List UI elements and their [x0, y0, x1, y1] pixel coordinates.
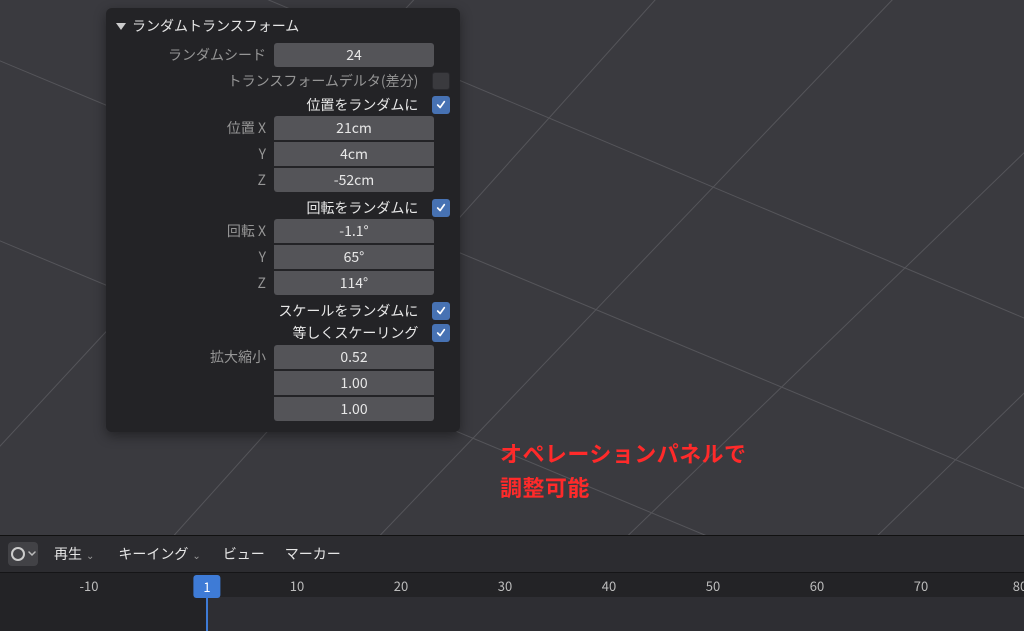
- scale-z-field[interactable]: 1.00: [274, 397, 434, 421]
- check-icon: [436, 306, 446, 316]
- check-icon: [436, 100, 446, 110]
- frame-tick: 10: [290, 573, 304, 595]
- playhead-line: [206, 595, 208, 631]
- rotation-y-label: Y: [116, 247, 274, 267]
- randomize-scale-label: スケールをランダムに: [116, 301, 426, 321]
- location-x-field[interactable]: 21cm: [274, 116, 434, 140]
- scale-label: 拡大縮小: [116, 347, 274, 367]
- playback-menu[interactable]: 再生 ⌄: [46, 542, 102, 566]
- scale-even-checkbox[interactable]: [432, 324, 450, 342]
- timeline-header: 再生 ⌄ キーイング ⌄ ビュー マーカー: [0, 536, 1024, 572]
- chevron-down-icon: [28, 549, 36, 559]
- chevron-down-icon: ⌄: [192, 547, 200, 562]
- frame-tick: 20: [394, 573, 408, 595]
- editor-type-button[interactable]: [8, 542, 38, 566]
- marker-menu[interactable]: マーカー: [279, 544, 347, 564]
- active-frame-range: [207, 597, 1024, 631]
- keying-menu[interactable]: キーイング ⌄: [110, 542, 208, 566]
- randomize-location-checkbox[interactable]: [432, 96, 450, 114]
- randomize-scale-checkbox[interactable]: [432, 302, 450, 320]
- timeline-editor: 再生 ⌄ キーイング ⌄ ビュー マーカー -10 10 20 30 40 50…: [0, 535, 1024, 631]
- location-y-label: Y: [116, 144, 274, 164]
- view-menu[interactable]: ビュー: [217, 544, 271, 564]
- frame-tick: 30: [498, 573, 512, 595]
- panel-title: ランダムトランスフォーム: [132, 16, 299, 36]
- frame-tick: 80: [1013, 573, 1024, 595]
- random-seed-field[interactable]: 24: [274, 43, 434, 67]
- location-z-field[interactable]: -52cm: [274, 168, 434, 192]
- randomize-rotation-checkbox[interactable]: [432, 199, 450, 217]
- panel-header[interactable]: ランダムトランスフォーム: [116, 14, 450, 42]
- delta-transform-label: トランスフォームデルタ(差分): [116, 71, 426, 91]
- rotation-z-label: Z: [116, 273, 274, 293]
- randomize-location-label: 位置をランダムに: [116, 95, 426, 115]
- check-icon: [436, 203, 446, 213]
- delta-transform-checkbox[interactable]: [432, 72, 450, 90]
- frame-tick: 60: [810, 573, 824, 595]
- annotation-text: オペレーションパネルで 調整可能: [500, 436, 746, 504]
- frame-tick: 70: [914, 573, 928, 595]
- location-z-label: Z: [116, 170, 274, 190]
- frame-tick: -10: [80, 573, 99, 595]
- rotation-y-field[interactable]: 65°: [274, 245, 434, 269]
- randomize-rotation-label: 回転をランダムに: [116, 198, 426, 218]
- disclosure-triangle-icon: [116, 23, 126, 30]
- rotation-x-label: 回転 X: [116, 221, 274, 241]
- timeline-ruler[interactable]: -10 10 20 30 40 50 60 70 80 1: [0, 572, 1024, 631]
- random-seed-label: ランダムシード: [116, 45, 274, 65]
- rotation-x-field[interactable]: -1.1°: [274, 219, 434, 243]
- operator-panel: ランダムトランスフォーム ランダムシード 24 トランスフォームデルタ(差分) …: [106, 8, 460, 432]
- check-icon: [436, 328, 446, 338]
- frame-tick: 40: [602, 573, 616, 595]
- chevron-down-icon: ⌄: [86, 547, 94, 562]
- scale-even-label: 等しくスケーリング: [116, 323, 426, 343]
- clock-icon: [11, 547, 25, 561]
- frame-tick: 50: [706, 573, 720, 595]
- scale-y-field[interactable]: 1.00: [274, 371, 434, 395]
- rotation-z-field[interactable]: 114°: [274, 271, 434, 295]
- location-x-label: 位置 X: [116, 118, 274, 138]
- location-y-field[interactable]: 4cm: [274, 142, 434, 166]
- scale-x-field[interactable]: 0.52: [274, 345, 434, 369]
